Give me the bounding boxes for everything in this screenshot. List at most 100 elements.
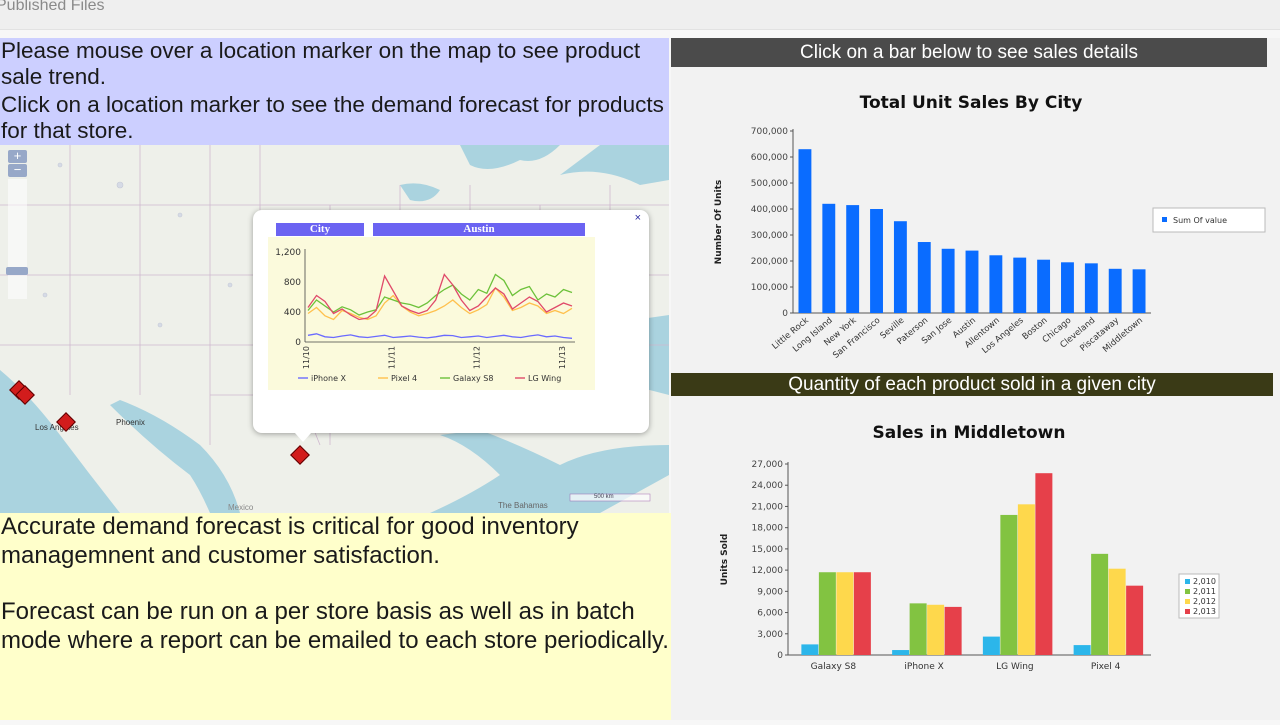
y-tick-label: 21,000 xyxy=(752,502,784,512)
bar xyxy=(1000,514,1018,655)
bar xyxy=(801,644,819,655)
zoom-out-button[interactable]: − xyxy=(8,163,27,177)
legend: 2,0102,0112,0122,013 xyxy=(1178,573,1220,619)
y-tick-label: 300,000 xyxy=(751,231,788,241)
bar xyxy=(944,606,962,655)
store-map[interactable]: + − Los Angeles Phoenix Mexico The Baham… xyxy=(0,145,669,513)
bar xyxy=(846,205,860,313)
city-sales-chart-svg[interactable]: Total Unit Sales By City 0 100,000 200,000 3… xyxy=(671,67,1280,372)
bar xyxy=(1084,263,1098,313)
y-tick-label: 100,000 xyxy=(751,283,788,293)
y-tick-label: 9,000 xyxy=(757,587,783,597)
zoom-slider-handle[interactable] xyxy=(6,267,28,275)
product-sales-header: Quantity of each product sold in a given… xyxy=(671,373,1273,396)
y-axis-label: Units Sold xyxy=(720,534,730,586)
popup-header-city: Austin xyxy=(373,223,585,236)
bar xyxy=(892,650,910,655)
series-line xyxy=(307,333,573,339)
legend-swatch xyxy=(1185,589,1190,594)
trend-chart-svg: 1,200 800 400 011/10 11/11 11/12 11/13 iPhone X… xyxy=(275,248,575,383)
y-tick-label: 0 xyxy=(295,338,301,348)
bar xyxy=(1037,259,1051,313)
x-tick-label: LG Wing xyxy=(996,662,1033,672)
bar xyxy=(989,255,1003,313)
bar xyxy=(941,248,955,313)
y-tick-label: 500,000 xyxy=(751,179,788,189)
legend-label: iPhone X xyxy=(311,374,347,383)
bar xyxy=(909,603,927,655)
chart-title: Total Unit Sales By City xyxy=(860,93,1083,113)
bar xyxy=(1108,568,1126,655)
y-tick-label: 24,000 xyxy=(752,481,784,491)
product-sales-chart[interactable]: Sales in Middletown 0 3,000 6,000 9,000 12,00… xyxy=(671,396,1280,720)
legend-label: Pixel 4 xyxy=(391,374,417,383)
y-tick-label: 600,000 xyxy=(751,153,788,163)
instructions-panel: Please mouse over a location marker on t… xyxy=(0,38,669,145)
city-sales-chart[interactable]: Total Unit Sales By City 0 100,000 200,000 3… xyxy=(671,67,1280,372)
legend-label: Sum Of value xyxy=(1173,216,1227,225)
bar xyxy=(798,149,812,313)
x-tick-label: Galaxy S8 xyxy=(811,662,857,672)
bar xyxy=(870,209,883,313)
bar xyxy=(1108,268,1122,313)
bar xyxy=(1091,553,1109,655)
y-tick-label: 800 xyxy=(284,278,301,288)
x-tick-label: 11/12 xyxy=(473,346,482,369)
y-tick-label: 1,200 xyxy=(275,248,301,258)
popup-trend-chart: 1,200 800 400 0 11/10 11/11 11/12 11/13 iPhone X… xyxy=(268,237,595,390)
popup-header-label: City xyxy=(276,223,364,236)
bar xyxy=(965,250,979,313)
y-tick-label: 400,000 xyxy=(751,205,788,215)
bar xyxy=(818,572,836,655)
popup-close-icon[interactable]: × xyxy=(635,212,641,224)
info-panel: Accurate demand forecast is critical for… xyxy=(0,513,671,720)
chart-title: Sales in Middletown xyxy=(872,423,1065,443)
y-tick-label: 0 xyxy=(777,651,783,661)
x-tick-label: Pixel 4 xyxy=(1091,662,1121,672)
y-tick-label: 400 xyxy=(284,308,301,318)
zoom-slider-track[interactable] xyxy=(6,179,28,299)
bar xyxy=(1073,645,1091,655)
legend-label: 2,013 xyxy=(1193,607,1216,616)
instructions-line-1: Please mouse over a location marker on t… xyxy=(1,38,641,89)
x-tick-label: 11/11 xyxy=(387,346,396,369)
legend-label: 2,011 xyxy=(1193,587,1216,596)
map-label-phoenix: Phoenix xyxy=(116,418,145,427)
map-zoom-control[interactable]: + − xyxy=(6,149,28,299)
bar xyxy=(917,242,931,313)
x-tick-label: iPhone X xyxy=(904,662,943,672)
y-tick-label: 700,000 xyxy=(751,127,788,137)
bar xyxy=(836,572,854,655)
bar xyxy=(1017,504,1035,655)
y-tick-label: 0 xyxy=(782,309,788,319)
popup-pointer xyxy=(295,433,311,442)
info-paragraph-1: Accurate demand forecast is critical for… xyxy=(1,513,579,569)
map-scale-label: 500 km xyxy=(594,494,614,500)
bar xyxy=(1013,257,1027,313)
x-tick-label: 11/10 xyxy=(302,346,311,369)
y-tick-label: 12,000 xyxy=(752,566,784,576)
legend: Sum Of value xyxy=(1152,207,1266,233)
city-sales-header: Click on a bar below to see sales detail… xyxy=(671,38,1267,67)
city-popup: × City Austin 1,200 800 400 0 11/10 11/11 11/1… xyxy=(253,210,649,442)
bar xyxy=(822,203,836,313)
product-sales-chart-svg[interactable]: Sales in Middletown 0 3,000 6,000 9,000 12,00… xyxy=(671,396,1280,720)
map-label-mexico: Mexico xyxy=(228,503,254,512)
bar xyxy=(927,604,945,655)
info-paragraph-2: Forecast can be run on a per store basis… xyxy=(1,598,669,654)
bar xyxy=(853,572,871,655)
y-axis-label: Number Of Units xyxy=(714,180,724,265)
bar xyxy=(893,221,907,313)
legend-label: LG Wing xyxy=(528,374,561,383)
legend-swatch xyxy=(1185,599,1190,604)
bar xyxy=(982,636,1000,655)
y-tick-label: 27,000 xyxy=(752,460,784,470)
bar xyxy=(1061,262,1074,313)
map-label-bahamas: The Bahamas xyxy=(498,501,548,510)
y-tick-label: 15,000 xyxy=(752,545,784,555)
legend-swatch xyxy=(1185,579,1190,584)
x-tick-label: 11/13 xyxy=(558,346,567,369)
legend-swatch xyxy=(1162,217,1167,222)
legend-label: 2,010 xyxy=(1193,577,1216,586)
y-tick-label: 3,000 xyxy=(757,630,783,640)
